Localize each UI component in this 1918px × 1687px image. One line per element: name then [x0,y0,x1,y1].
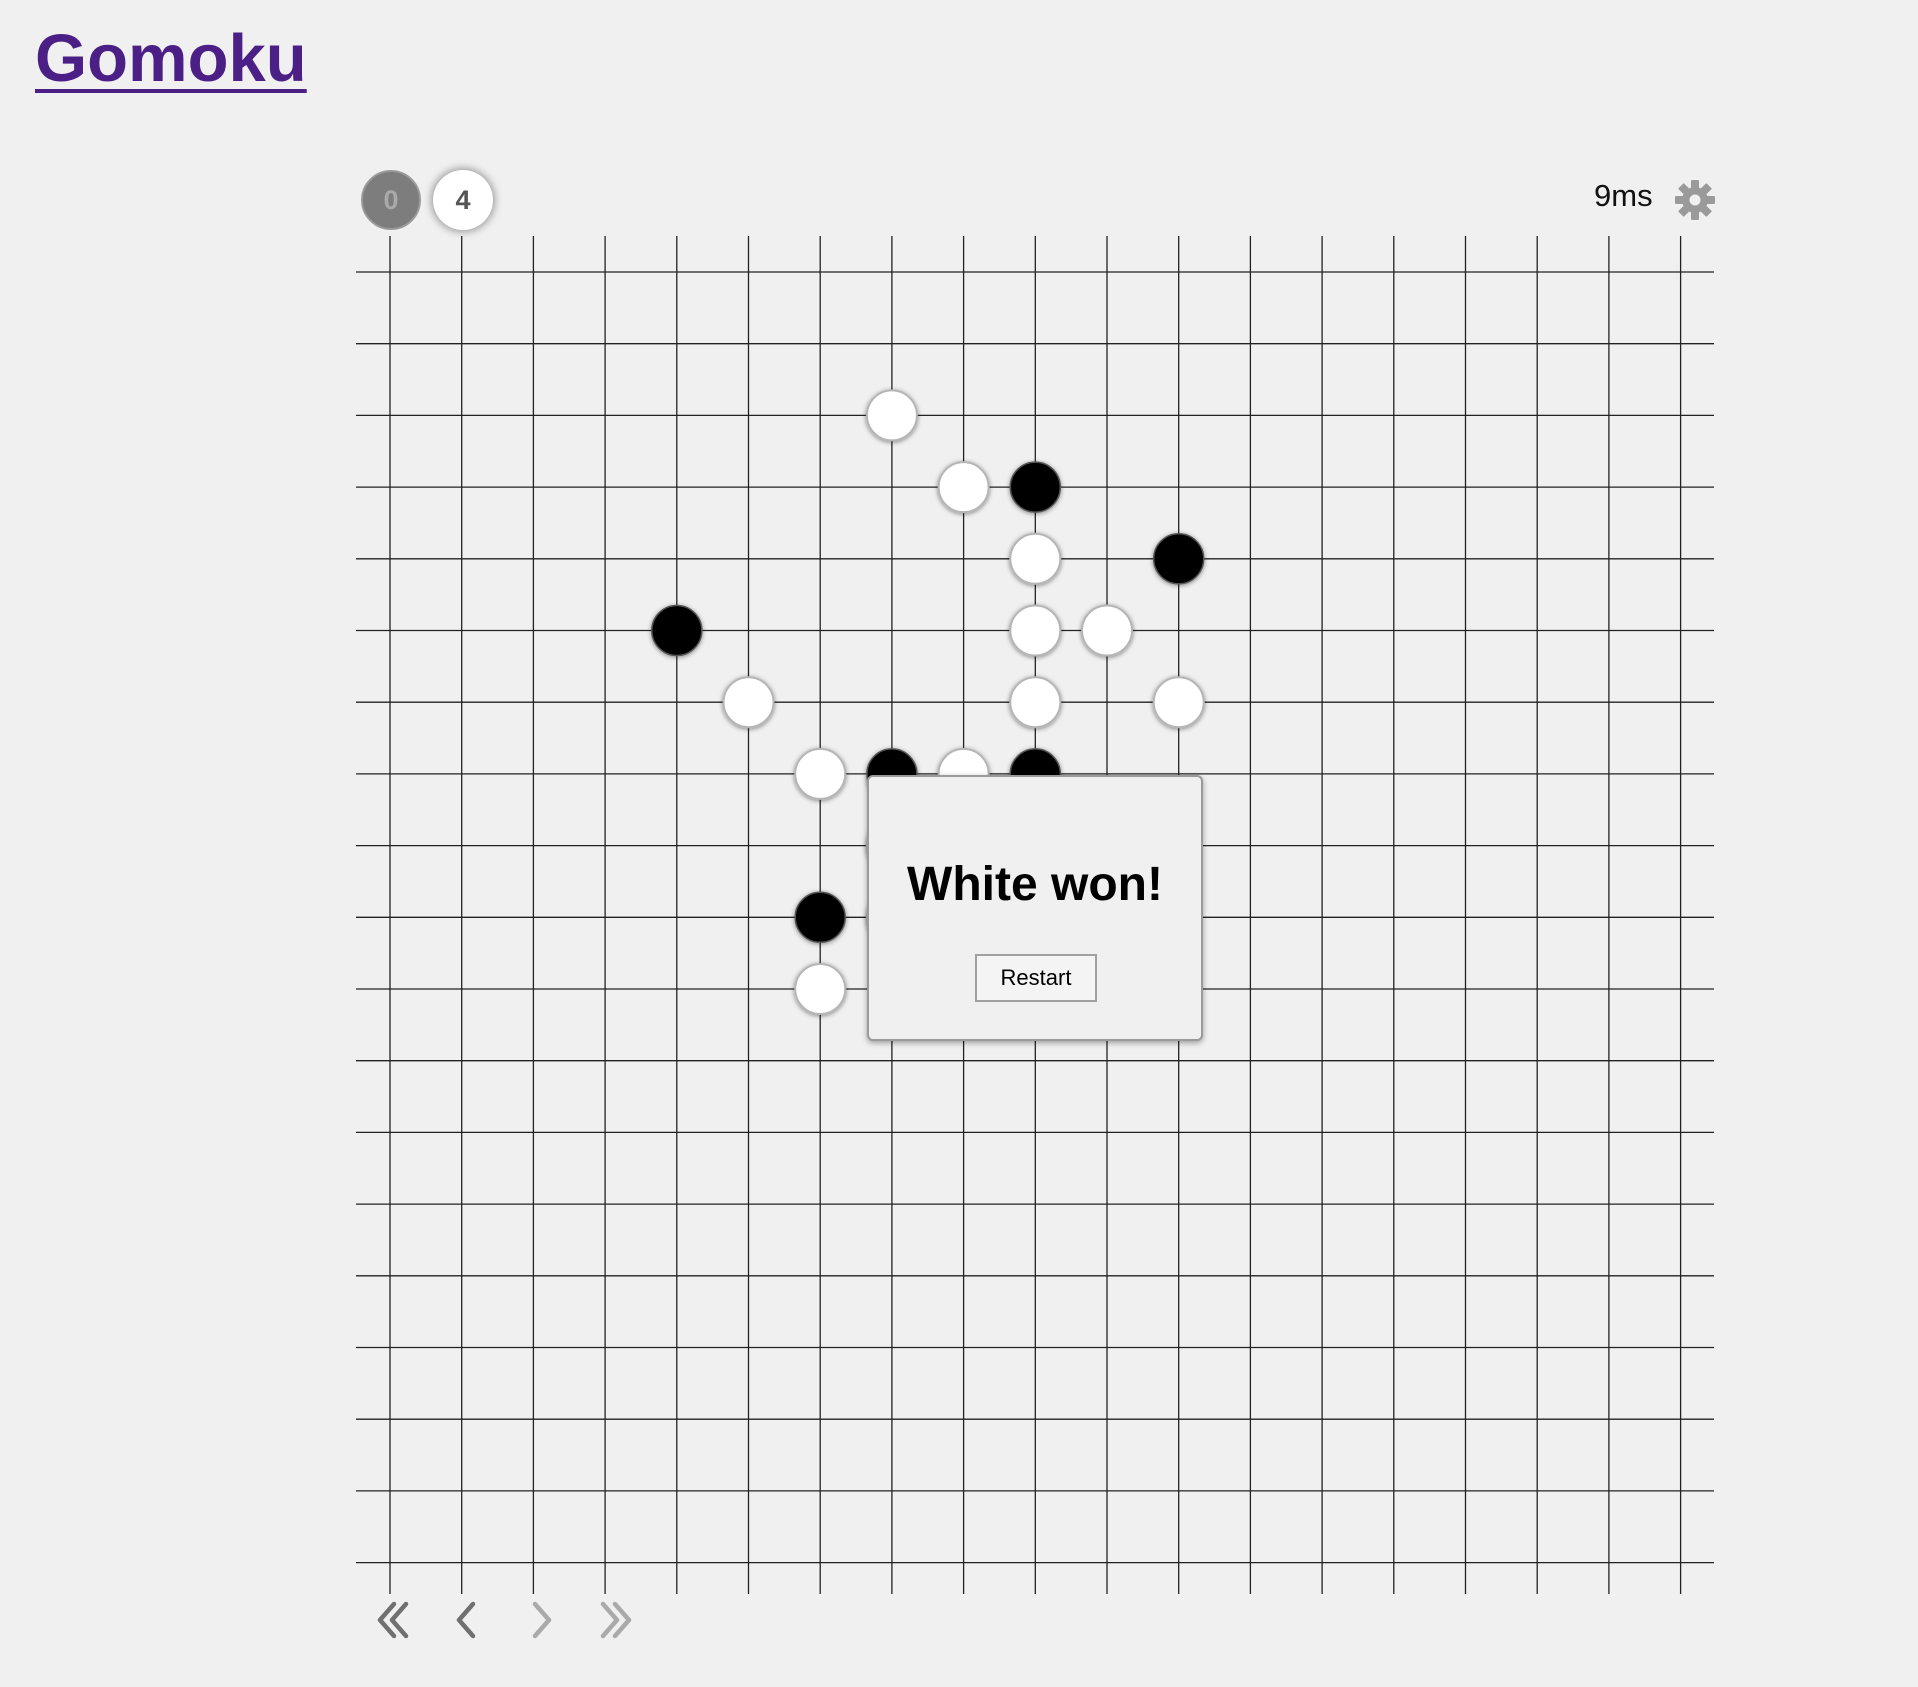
white-stone [1009,604,1062,657]
black-stone [1009,461,1062,513]
black-stone [651,604,703,657]
white-stone [794,963,847,1015]
chevron-right-icon[interactable] [515,1594,567,1646]
white-stone [1009,676,1062,729]
chevron-left-icon[interactable] [441,1594,493,1646]
white-stone [794,747,847,800]
black-stone [1152,533,1205,585]
double-chevron-right-icon[interactable] [589,1594,641,1646]
double-chevron-left-icon[interactable] [368,1594,420,1646]
white-stone [1081,604,1133,657]
white-stone [1152,676,1205,729]
white-stone [722,676,775,729]
restart-button[interactable]: Restart [975,954,1097,1002]
game-over-dialog: White won! Restart [867,775,1203,1041]
white-stone [865,389,918,442]
white-stone [937,461,990,514]
winner-message: White won! [907,858,1163,911]
white-stone [1009,532,1062,585]
black-stone [794,891,846,944]
